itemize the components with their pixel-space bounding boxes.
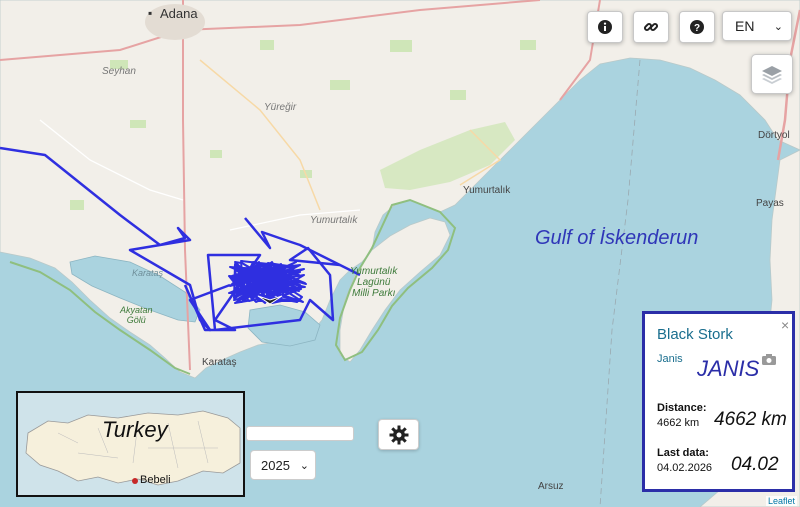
close-button[interactable]: × <box>781 317 789 333</box>
last-data-big: 04.02 <box>731 454 779 475</box>
last-data-label: Last data: <box>657 447 709 459</box>
location-dot <box>132 478 138 484</box>
year-select[interactable]: 2025 ⌄ <box>250 450 316 480</box>
info-button[interactable] <box>587 11 623 43</box>
gear-icon <box>389 425 408 444</box>
language-value: EN <box>735 18 755 34</box>
distance-label: Distance: <box>657 402 707 414</box>
date-range-bar[interactable] <box>246 426 354 441</box>
distance-value: 4662 km <box>657 417 700 429</box>
settings-button[interactable] <box>378 419 419 450</box>
bird-name: Janis <box>657 353 683 365</box>
adana-urban-area <box>145 4 205 40</box>
language-select[interactable]: EN ⌄ <box>722 11 792 41</box>
species-name: Black Stork <box>657 326 733 343</box>
bird-info-panel: × Black Stork Janis JANIS Distance: 4662… <box>642 311 795 492</box>
help-icon: ? <box>690 20 704 34</box>
distance-big: 4662 km <box>714 409 787 430</box>
svg-text:?: ? <box>694 23 700 34</box>
link-button[interactable] <box>633 11 669 43</box>
camera-icon[interactable] <box>762 352 776 370</box>
chevron-down-icon: ⌄ <box>773 20 783 33</box>
link-icon <box>643 22 659 32</box>
inset-map: Turkey Bebeli <box>16 391 245 497</box>
layers-button[interactable] <box>751 54 793 94</box>
info-icon <box>598 20 612 34</box>
year-value: 2025 <box>261 457 290 473</box>
turkey-outline <box>18 393 243 495</box>
chevron-down-icon: ⌄ <box>299 459 309 472</box>
layers-icon <box>762 66 782 84</box>
help-button[interactable]: ? <box>679 11 715 43</box>
track-segment <box>228 260 307 304</box>
last-data-value: 04.02.2026 <box>657 462 713 474</box>
bird-signature: JANIS <box>697 356 760 381</box>
